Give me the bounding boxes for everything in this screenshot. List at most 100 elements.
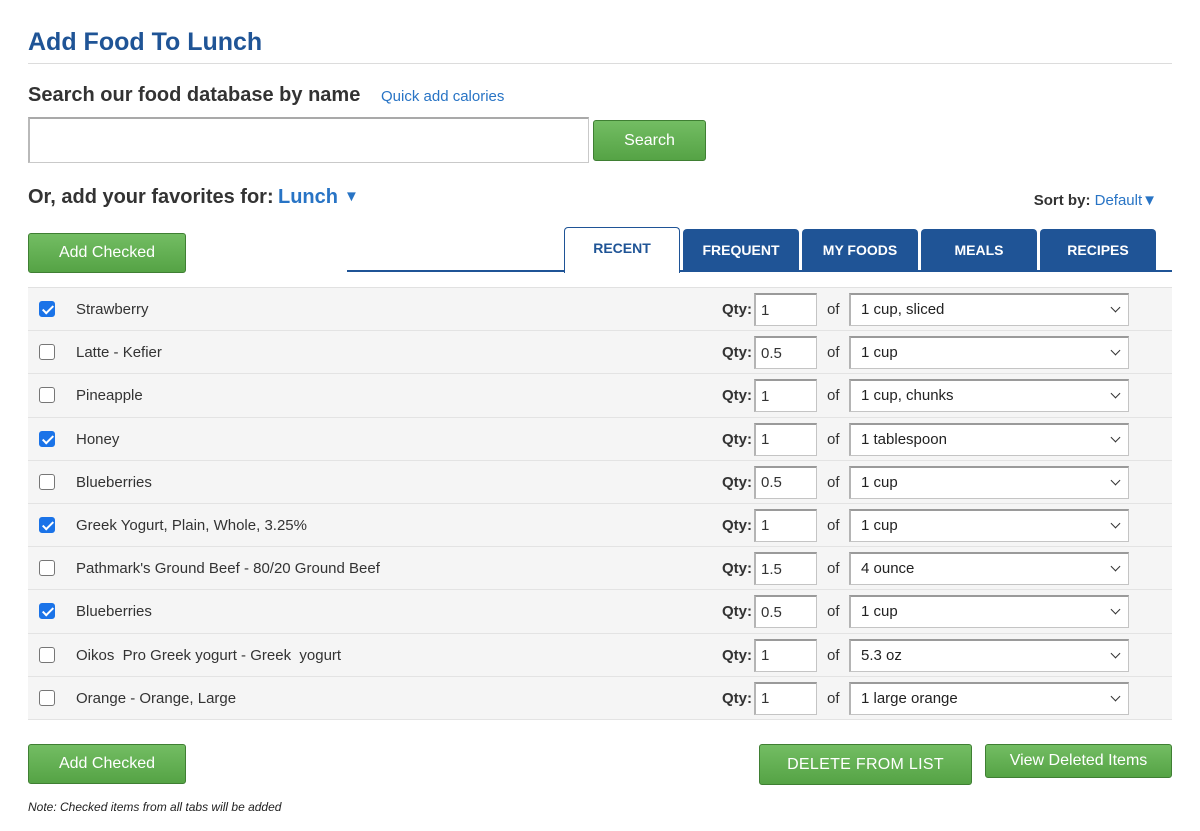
chevron-down-icon [1110, 432, 1121, 443]
food-checkbox[interactable] [39, 689, 55, 706]
food-list: Strawberry Qty: of 1 cup, sliced Latte - Kef… [28, 287, 1172, 720]
chevron-down-icon [1110, 475, 1121, 486]
food-name: Latte - Kefier [76, 344, 162, 362]
of-label: of [827, 516, 840, 534]
delete-from-list-button[interactable]: DELETE FROM LIST [759, 744, 972, 785]
qty-label: Qty: [722, 689, 752, 707]
food-row: Latte - Kefier Qty: of 1 cup [28, 331, 1172, 375]
serving-size-value: 1 cup, chunks [861, 387, 954, 405]
food-name: Greek Yogurt, Plain, Whole, 3.25% [76, 516, 307, 534]
food-checkbox[interactable] [39, 344, 55, 361]
serving-size-select[interactable]: 4 ounce [849, 552, 1129, 586]
food-checkbox[interactable] [39, 473, 55, 490]
serving-size-value: 1 tablespoon [861, 430, 947, 448]
dropdown-triangle-icon: ▼ [344, 188, 359, 205]
serving-size-select[interactable]: 5.3 oz [849, 638, 1129, 672]
tab-meals[interactable]: MEALS [921, 229, 1037, 271]
food-row: Orange - Orange, Large Qty: of 1 large oran… [28, 676, 1172, 720]
serving-size-value: 1 cup [861, 516, 898, 534]
food-checkbox[interactable] [39, 646, 55, 663]
qty-input[interactable] [754, 595, 817, 629]
food-row: Honey Qty: of 1 tablespoon [28, 417, 1172, 461]
sort-by: Sort by: Default▼ [1034, 192, 1157, 209]
serving-size-value: 4 ounce [861, 560, 915, 578]
serving-size-value: 1 cup, sliced [861, 301, 945, 318]
qty-input[interactable] [754, 293, 817, 326]
qty-input[interactable] [754, 422, 817, 456]
tab-recipes[interactable]: RECIPES [1040, 229, 1156, 271]
qty-label: Qty: [722, 344, 752, 362]
serving-size-select[interactable]: 1 large orange [849, 681, 1129, 715]
of-label: of [827, 344, 840, 362]
qty-label: Qty: [722, 516, 752, 534]
of-label: of [827, 603, 840, 621]
qty-input[interactable] [754, 379, 817, 413]
food-row: Pineapple Qty: of 1 cup, chunks [28, 374, 1172, 418]
tab-frequent[interactable]: FREQUENT [683, 229, 799, 271]
serving-size-select[interactable]: 1 cup, chunks [849, 379, 1129, 413]
serving-size-value: 1 cup [861, 603, 898, 621]
qty-input[interactable] [754, 465, 817, 499]
qty-label: Qty: [722, 301, 752, 318]
page-title: Add Food To Lunch [28, 28, 263, 56]
serving-size-value: 1 cup [861, 344, 898, 362]
food-name: Orange - Orange, Large [76, 689, 237, 707]
of-label: of [827, 301, 840, 318]
view-deleted-items-button[interactable]: View Deleted Items [985, 744, 1172, 778]
food-name: Strawberry [76, 301, 149, 318]
serving-size-value: 5.3 oz [861, 646, 902, 664]
favorites-label: Or, add your favorites for: [28, 186, 274, 208]
qty-input[interactable] [754, 681, 817, 715]
food-row: Blueberries Qty: of 1 cup [28, 460, 1172, 504]
serving-size-select[interactable]: 1 cup [849, 595, 1129, 629]
food-search-input[interactable] [28, 117, 589, 163]
search-heading: Search our food database by name [28, 84, 361, 106]
food-row: Greek Yogurt, Plain, Whole, 3.25% Qty: of 1… [28, 503, 1172, 548]
of-label: of [827, 689, 840, 707]
food-checkbox[interactable] [39, 387, 55, 404]
food-name: Pineapple [76, 387, 143, 405]
add-checked-button-top[interactable]: Add Checked [28, 233, 186, 273]
chevron-down-icon [1110, 691, 1121, 702]
sort-by-selector[interactable]: Default▼ [1095, 192, 1157, 209]
serving-size-select[interactable]: 1 cup [849, 465, 1129, 499]
qty-input[interactable] [754, 638, 817, 672]
qty-input[interactable] [754, 508, 817, 542]
food-row: Oikos Pro Greek yogurt - Greek yogurt Qty… [28, 633, 1172, 677]
food-checkbox[interactable] [39, 430, 55, 447]
food-row: Strawberry Qty: of 1 cup, sliced [28, 288, 1172, 332]
food-name: Blueberries [76, 473, 152, 491]
serving-size-select[interactable]: 1 cup [849, 508, 1129, 542]
sort-by-label: Sort by: [1033, 192, 1091, 209]
food-name: Oikos Pro Greek yogurt - Greek yogurt [76, 646, 342, 664]
qty-input[interactable] [754, 552, 817, 586]
serving-size-select[interactable]: 1 cup, sliced [849, 293, 1129, 326]
food-checkbox[interactable] [39, 560, 55, 577]
search-button[interactable]: Search [593, 120, 706, 161]
chevron-down-icon [1110, 518, 1121, 529]
qty-label: Qty: [722, 430, 752, 448]
tab-my-foods[interactable]: MY FOODS [802, 229, 918, 271]
add-checked-button-bottom[interactable]: Add Checked [28, 744, 186, 784]
meal-selector[interactable]: Lunch ▼ [278, 186, 359, 209]
qty-label: Qty: [722, 473, 752, 491]
chevron-down-icon [1110, 388, 1121, 399]
qty-label: Qty: [722, 603, 752, 621]
chevron-down-icon [1110, 561, 1121, 572]
tab-recent[interactable]: RECENT [564, 227, 680, 273]
food-checkbox[interactable] [39, 301, 55, 317]
quick-add-calories-link[interactable]: Quick add calories [381, 88, 504, 105]
qty-label: Qty: [722, 646, 752, 664]
of-label: of [827, 430, 840, 448]
serving-size-select[interactable]: 1 tablespoon [849, 422, 1129, 456]
qty-input[interactable] [754, 336, 817, 370]
serving-size-select[interactable]: 1 cup [849, 336, 1129, 370]
chevron-down-icon [1110, 345, 1121, 356]
food-checkbox[interactable] [39, 516, 55, 533]
footer-note: Note: Checked items from all tabs will b… [28, 800, 282, 814]
food-checkbox[interactable] [39, 603, 55, 620]
of-label: of [827, 560, 840, 578]
food-row: Pathmark's Ground Beef - 80/20 Ground Be… [28, 547, 1172, 591]
of-label: of [827, 473, 840, 491]
title-divider [28, 63, 1172, 64]
